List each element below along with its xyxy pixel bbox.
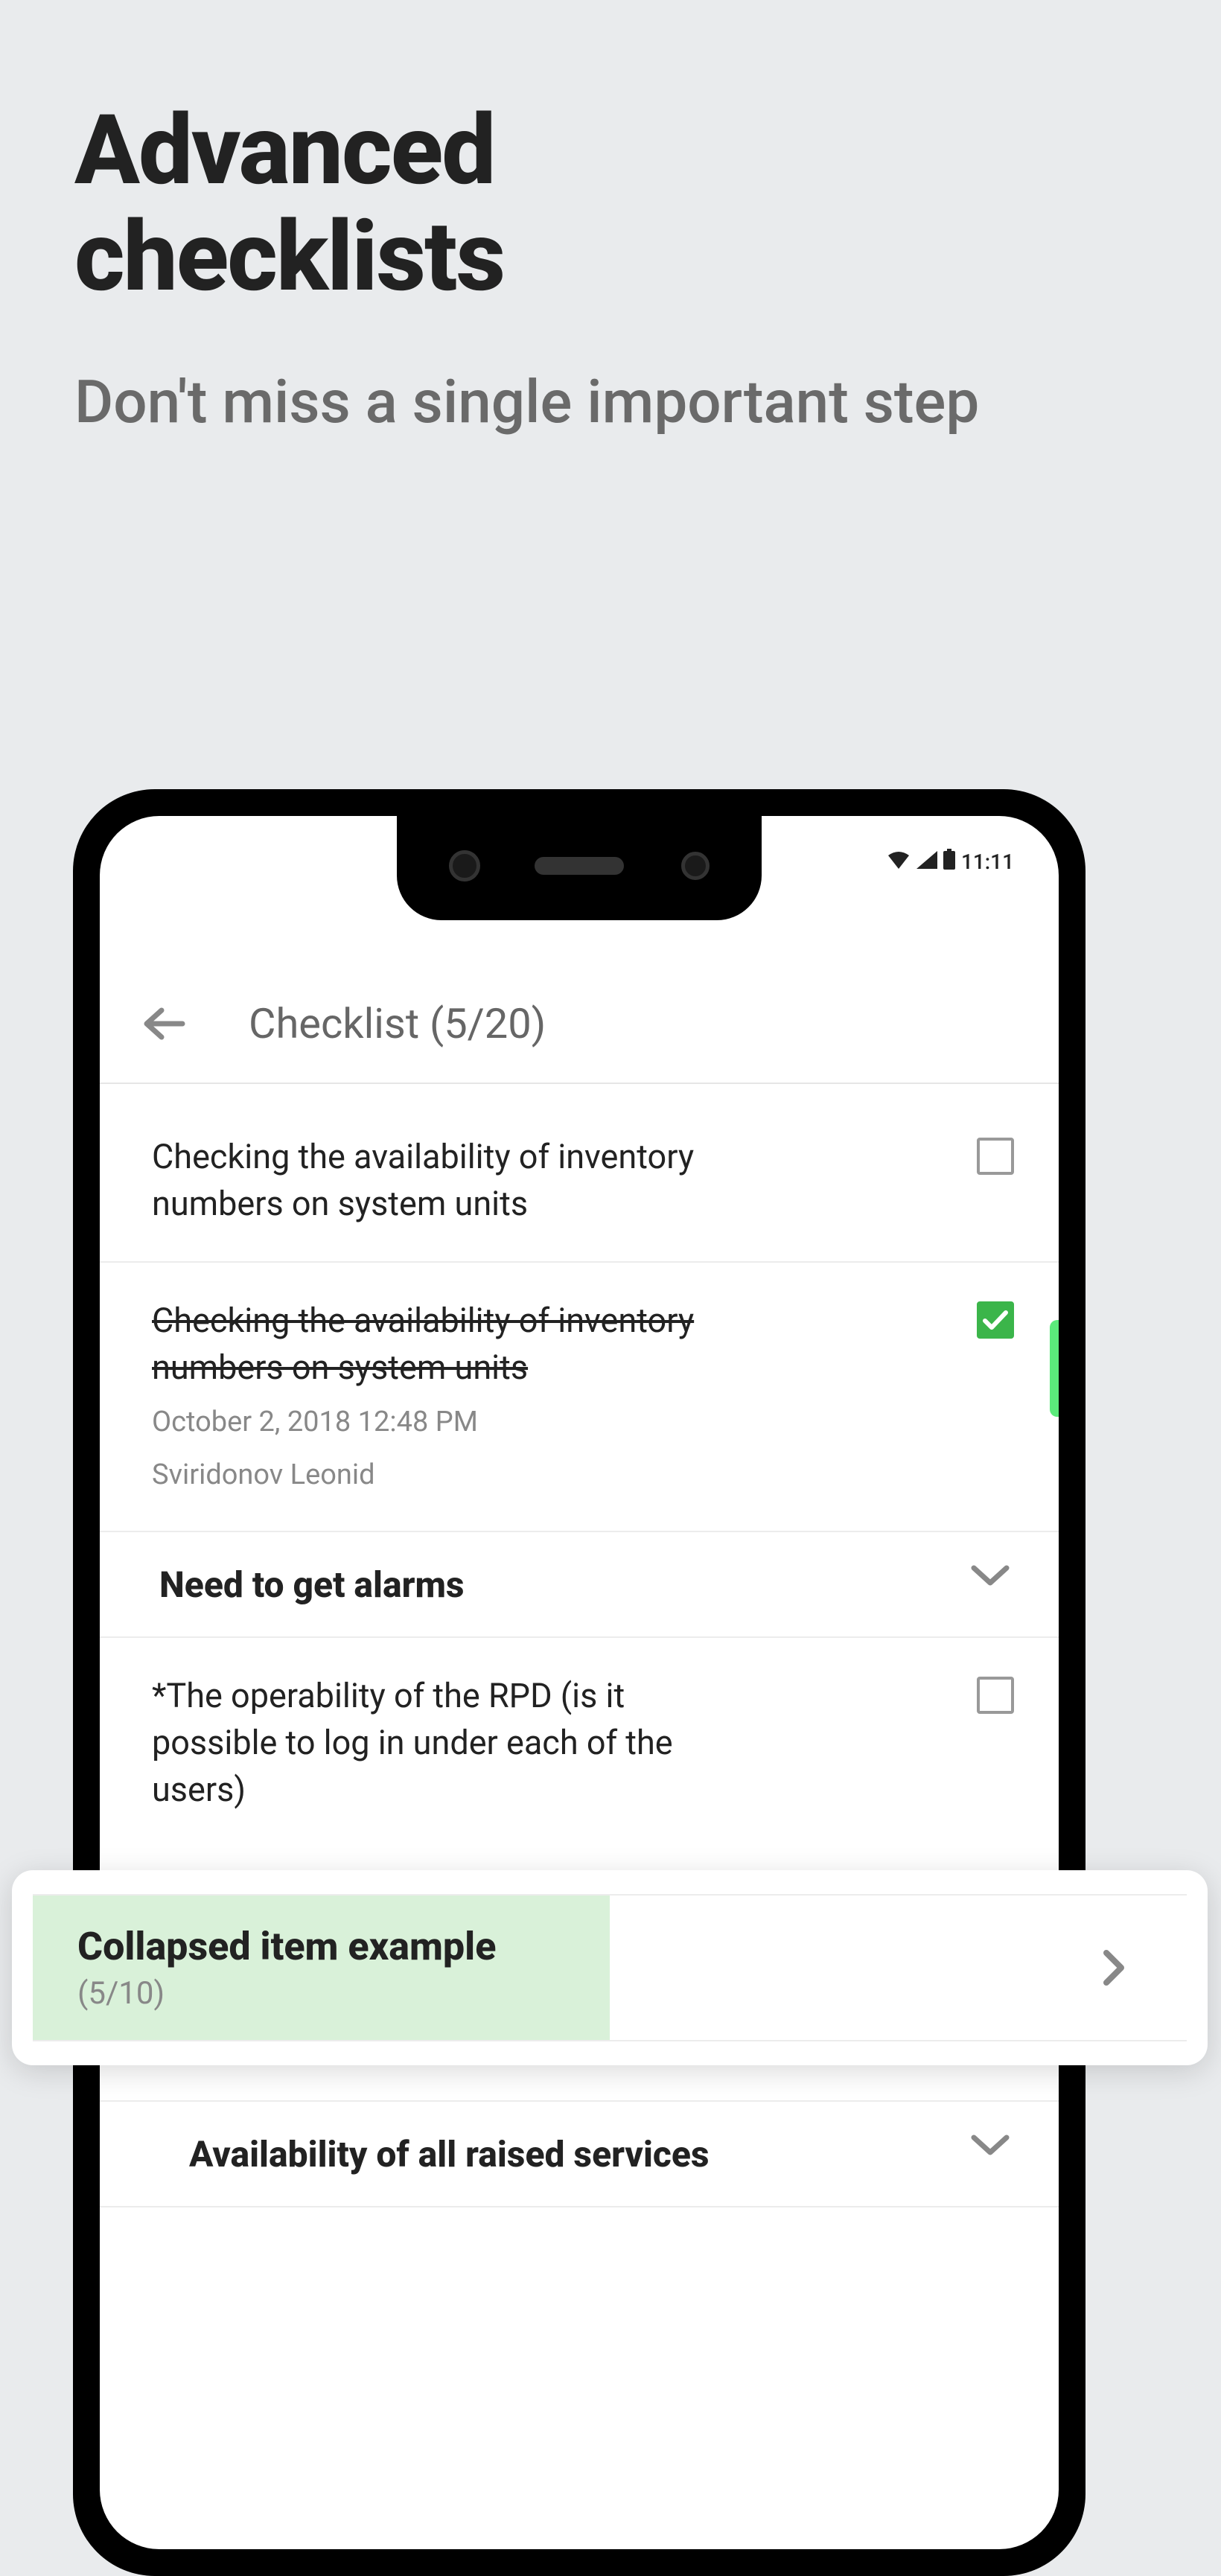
phone-frame: 11:11 Checklist (5/20) Checking the avai… [73, 789, 1085, 2576]
promo-heading: Advanced checklists [74, 97, 504, 310]
promo-title-line1: Advanced [74, 93, 494, 207]
section-header[interactable]: Availability of all raised services [100, 2100, 1059, 2207]
checklist-item[interactable]: Checking the availability of inventory n… [100, 1099, 1059, 1263]
battery-icon [943, 849, 955, 875]
chevron-right-icon [1100, 1947, 1142, 1989]
checkbox-unchecked[interactable] [977, 1138, 1014, 1175]
section-title: Need to get alarms [159, 1563, 940, 1606]
notch-camera-left [449, 850, 480, 881]
wifi-icon [887, 849, 911, 874]
arrow-left-icon [141, 1007, 185, 1040]
item-date: October 2, 2018 12:48 PM [152, 1401, 718, 1444]
checkbox-unchecked[interactable] [977, 1677, 1014, 1714]
signal-icon [916, 849, 937, 874]
checklist-content[interactable]: Checking the availability of inventory n… [100, 1099, 1059, 2549]
checkmark-icon [982, 1309, 1009, 1331]
phone-screen: 11:11 Checklist (5/20) Checking the avai… [100, 816, 1059, 2549]
page-title: Checklist (5/20) [249, 999, 546, 1048]
item-text: *The operability of the RPD (is it possi… [152, 1672, 718, 1813]
checklist-item-completed[interactable]: Checking the availability of inventory n… [100, 1263, 1059, 1532]
status-bar: 11:11 [887, 849, 1014, 875]
notch-speaker [535, 857, 624, 875]
back-button[interactable] [137, 998, 189, 1050]
chevron-down-icon [969, 2132, 1014, 2176]
chevron-down-icon [969, 1562, 1014, 1607]
promo-subheading: Don't miss a single important step [74, 365, 1117, 439]
promo-title-line2: checklists [74, 200, 504, 313]
checklist-item[interactable]: *The operability of the RPD (is it possi… [100, 1638, 1059, 1847]
app-header: Checklist (5/20) [100, 965, 1059, 1084]
collapsed-item-title: Collapsed item example [77, 1924, 496, 1969]
item-user: Sviridonov Leonid [152, 1454, 718, 1496]
phone-notch [397, 816, 762, 920]
section-title: Availability of all raised services [189, 2133, 940, 2175]
item-text: Checking the availability of inventory n… [152, 1133, 718, 1227]
notch-camera-right [681, 852, 710, 880]
collapsed-item-count: (5/10) [77, 1975, 496, 2012]
checkbox-checked[interactable] [977, 1301, 1014, 1339]
scroll-indicator [1050, 1320, 1059, 1417]
collapsed-item-row[interactable]: Collapsed item example (5/10) [33, 1894, 1187, 2041]
collapsed-item-card: Collapsed item example (5/10) [12, 1870, 1208, 2065]
item-text: Checking the availability of inventory n… [152, 1297, 718, 1391]
status-time: 11:11 [961, 849, 1014, 874]
section-header[interactable]: Need to get alarms [100, 1532, 1059, 1638]
